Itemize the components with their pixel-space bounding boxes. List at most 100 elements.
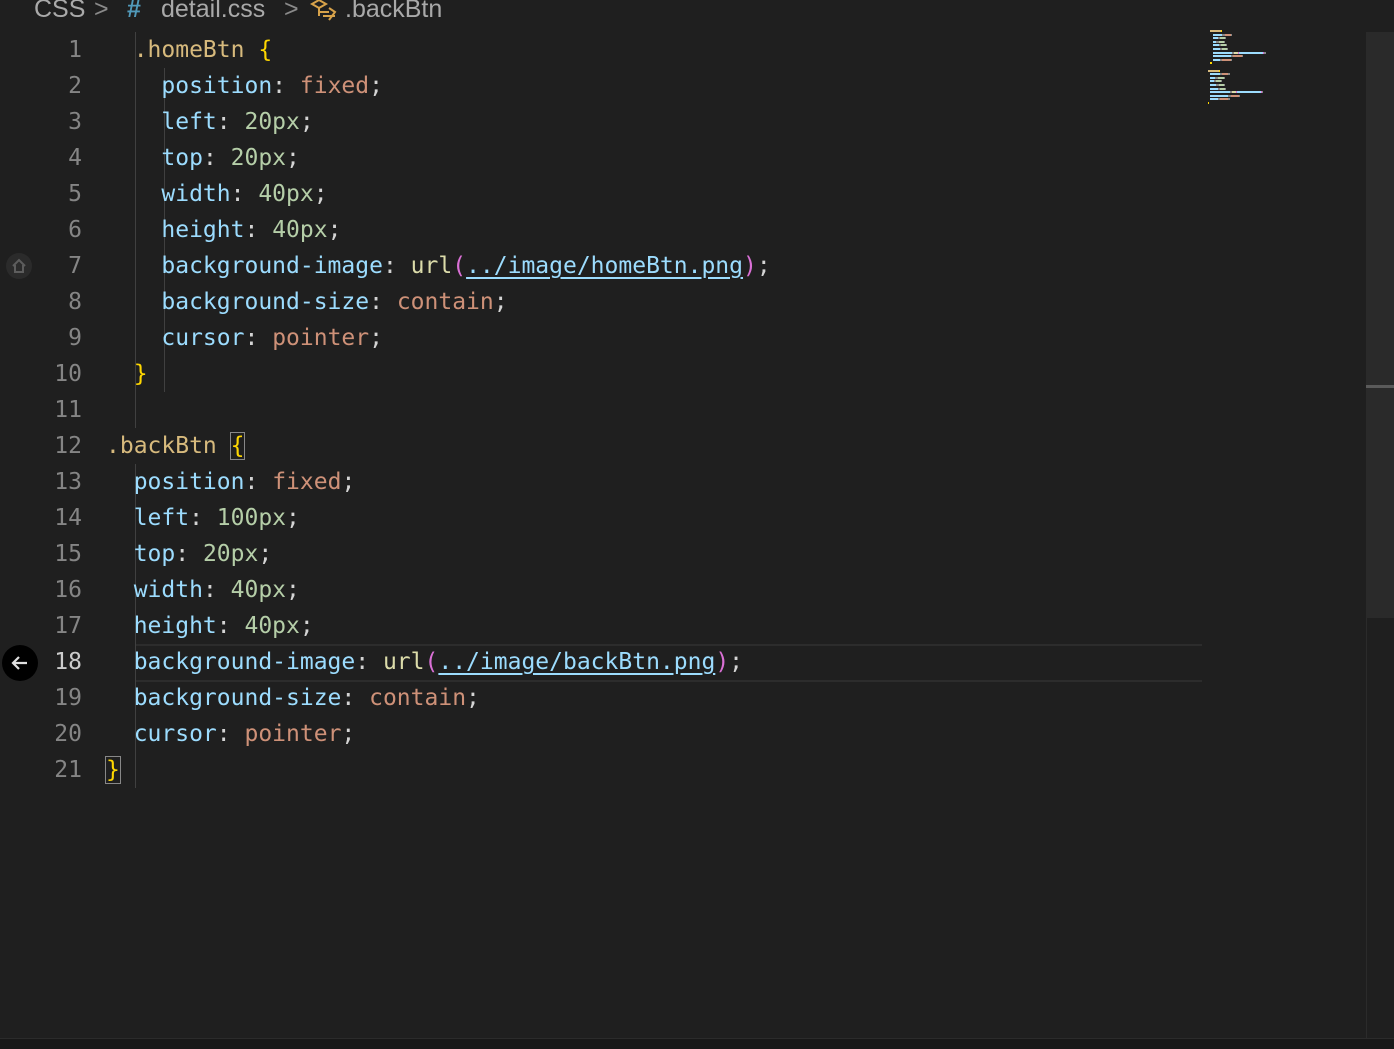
minimap-stroke	[1221, 80, 1223, 83]
line-number: 19	[54, 685, 82, 711]
line-number: 9	[68, 325, 82, 351]
line-code: width: 40px;	[106, 176, 327, 212]
code-token: (	[452, 253, 467, 279]
line-code: background-image: url(../image/homeBtn.p…	[106, 248, 770, 284]
code-token: )	[715, 649, 730, 675]
code-line[interactable]: 12 .backBtn {	[0, 428, 1366, 464]
minimap-stroke	[1210, 73, 1220, 76]
code-token: left	[106, 505, 190, 531]
line-number: 11	[54, 397, 82, 423]
line-code: height: 40px;	[106, 212, 341, 248]
code-token: :	[230, 181, 259, 207]
code-token: top	[106, 145, 203, 171]
breadcrumb-folder[interactable]: CSS	[34, 0, 85, 22]
code-line[interactable]: 5 width: 40px;	[0, 176, 1366, 212]
code-token: :	[355, 649, 383, 675]
code-token: ;	[369, 73, 383, 99]
code-editor[interactable]: 1 .homeBtn {2 position: fixed; 3 left: 20…	[0, 32, 1366, 1038]
code-line[interactable]: 6 height: 40px;	[0, 212, 1366, 248]
code-token: {	[229, 432, 246, 460]
code-token: ;	[369, 325, 383, 351]
code-token: :	[341, 685, 370, 711]
code-line[interactable]: 14 left: 100px;	[0, 500, 1366, 536]
minimap-stroke	[1228, 73, 1230, 76]
code-token: ../image/homeBtn.png	[466, 253, 744, 279]
minimap-stroke	[1264, 51, 1266, 54]
home-icon[interactable]	[6, 253, 32, 279]
code-token: ;	[299, 613, 314, 639]
code-token: background-size	[106, 685, 342, 711]
status-bar-edge	[0, 1038, 1394, 1049]
code-line[interactable]: 4 top: 20px;	[0, 140, 1366, 176]
minimap-stroke	[1210, 30, 1222, 32]
breadcrumb: CSS > # detail.css > .backBtn	[0, 0, 1366, 26]
code-line[interactable]: 3 left: 20px;	[0, 104, 1366, 140]
code-token: :	[202, 577, 231, 603]
hash-icon: #	[127, 0, 141, 23]
minimap-stroke	[1239, 51, 1264, 54]
code-token: :	[202, 145, 231, 171]
line-number: 16	[54, 577, 82, 603]
minimap-stroke	[1221, 30, 1223, 32]
minimap-stroke	[1224, 37, 1226, 40]
minimap-stroke	[1230, 33, 1232, 36]
minimap-stroke	[1226, 44, 1228, 47]
line-number: 2	[68, 73, 82, 99]
line-number: 20	[54, 721, 82, 747]
code-token: ;	[341, 721, 356, 747]
code-line[interactable]: 19 background-size: contain;	[0, 680, 1366, 716]
breadcrumb-file[interactable]: detail.css	[161, 0, 265, 22]
code-line[interactable]: 18 background-image: url(../image/backBt…	[0, 644, 1366, 680]
code-line[interactable]: 7 background-image: url(../image/homeBtn…	[0, 248, 1366, 284]
code-line[interactable]: 15 top: 20px;	[0, 536, 1366, 572]
code-token: :	[382, 253, 411, 279]
minimap[interactable]	[1208, 30, 1318, 120]
code-token: }	[105, 756, 121, 784]
code-line[interactable]: 2 position: fixed;	[0, 68, 1366, 104]
code-line[interactable]: 13 position: fixed;	[0, 464, 1366, 500]
code-token: position	[106, 469, 245, 495]
code-token: ;	[466, 685, 480, 711]
code-line[interactable]: 1 .homeBtn {	[0, 32, 1366, 68]
code-token: 40px	[258, 181, 314, 207]
line-code: left: 20px;	[106, 104, 313, 140]
code-token: url	[410, 253, 453, 279]
line-number: 10	[54, 361, 82, 387]
code-token: :	[244, 469, 273, 495]
line-code: position: fixed;	[106, 68, 383, 104]
code-token: cursor	[106, 325, 245, 351]
code-token: }	[106, 361, 148, 387]
code-line[interactable]: 16 width: 40px;	[0, 572, 1366, 608]
code-token: fixed	[299, 73, 370, 99]
code-line[interactable]: 10 }	[0, 356, 1366, 392]
code-line[interactable]: 20 cursor: pointer;	[0, 716, 1366, 752]
breadcrumb-symbol[interactable]: .backBtn	[345, 0, 442, 22]
code-line[interactable]: 21}	[0, 752, 1366, 788]
line-code: cursor: pointer;	[106, 716, 356, 752]
minimap-stroke	[1212, 48, 1220, 50]
code-line[interactable]: 17 height: 40px;	[0, 608, 1366, 644]
minimap-stroke	[1208, 102, 1210, 104]
line-number: 1	[68, 37, 82, 63]
code-token: {	[258, 37, 273, 63]
code-token: :	[216, 613, 245, 639]
minimap-stroke	[1224, 87, 1226, 90]
code-line[interactable]: 11	[0, 392, 1366, 428]
code-token: ;	[327, 217, 342, 243]
code-token: ;	[286, 577, 300, 603]
code-line[interactable]: 8 background-size: contain;	[0, 284, 1366, 320]
code-token: width	[106, 577, 203, 603]
code-token: background-image	[106, 253, 383, 279]
back-arrow-icon[interactable]	[2, 645, 38, 681]
code-token: 20px	[230, 145, 287, 171]
line-code: cursor: pointer;	[106, 320, 383, 356]
minimap-stroke	[1222, 58, 1231, 61]
minimap-stroke	[1241, 55, 1243, 58]
line-number: 17	[54, 613, 82, 639]
code-token: :	[189, 505, 217, 531]
code-line[interactable]: 9 cursor: pointer;	[0, 320, 1366, 356]
minimap-stroke	[1212, 33, 1223, 36]
line-code: height: 40px;	[106, 608, 314, 644]
scrollbar-thumb[interactable]	[1366, 32, 1394, 618]
line-code: background-image: url(../image/backBtn.p…	[106, 644, 743, 680]
